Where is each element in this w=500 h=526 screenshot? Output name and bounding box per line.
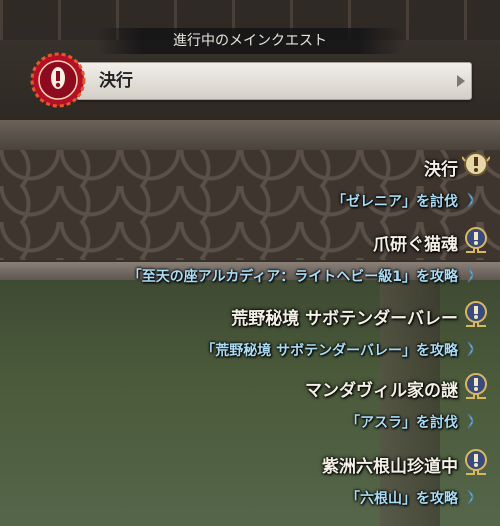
quest-entry[interactable]: 荒野秘境 サボテンダーバレー 「荒野秘境 サボテンダーバレー」を攻略 xyxy=(0,301,500,372)
quest-objective: 「荒野秘境 サボテンダーバレー」を攻略 xyxy=(201,343,458,359)
quest-objective: 「至天の座アルカディア：ライトヘビー級1」を攻略 xyxy=(127,269,458,285)
quest-entry[interactable]: マンダヴィル家の謎 「アスラ」を討伐 xyxy=(0,373,500,444)
quest-title: マンダヴィル家の謎 xyxy=(305,381,458,401)
arrow-right-icon xyxy=(467,267,474,283)
chevron-right-icon xyxy=(457,75,465,87)
arrow-right-icon xyxy=(467,341,474,357)
quest-title: 決行 xyxy=(424,160,458,180)
arrow-right-icon xyxy=(467,413,474,429)
main-quest-bar[interactable]: 決行 xyxy=(76,62,472,100)
main-quest-badge-icon xyxy=(30,52,86,108)
quest-title: 爪研ぐ猫魂 xyxy=(373,235,458,255)
quest-title: 紫洲六根山珍道中 xyxy=(322,457,458,477)
main-quest-header: 進行中のメインクエスト xyxy=(95,28,405,54)
arrow-right-icon xyxy=(467,489,474,505)
quest-objective: 「アスラ」を討伐 xyxy=(346,415,458,431)
quest-entry[interactable]: 決行 「ゼレニア」を討伐 xyxy=(0,152,500,223)
quest-marker-icon xyxy=(465,227,487,253)
main-quest-header-title: 進行中のメインクエスト xyxy=(173,33,327,49)
quest-marker-icon xyxy=(465,301,487,327)
main-quest-label: 決行 xyxy=(99,71,133,91)
arrow-right-icon xyxy=(467,192,474,208)
quest-objective: 「六根山」を攻略 xyxy=(346,491,458,507)
main-quest-icon xyxy=(462,152,490,176)
quest-title: 荒野秘境 サボテンダーバレー xyxy=(231,309,458,329)
quest-entry[interactable]: 紫洲六根山珍道中 「六根山」を攻略 xyxy=(0,449,500,520)
quest-entry[interactable]: 爪研ぐ猫魂 「至天の座アルカディア：ライトヘビー級1」を攻略 xyxy=(0,227,500,298)
quest-marker-icon xyxy=(465,373,487,399)
quest-objective: 「ゼレニア」を討伐 xyxy=(332,194,458,210)
quest-marker-icon xyxy=(465,449,487,475)
